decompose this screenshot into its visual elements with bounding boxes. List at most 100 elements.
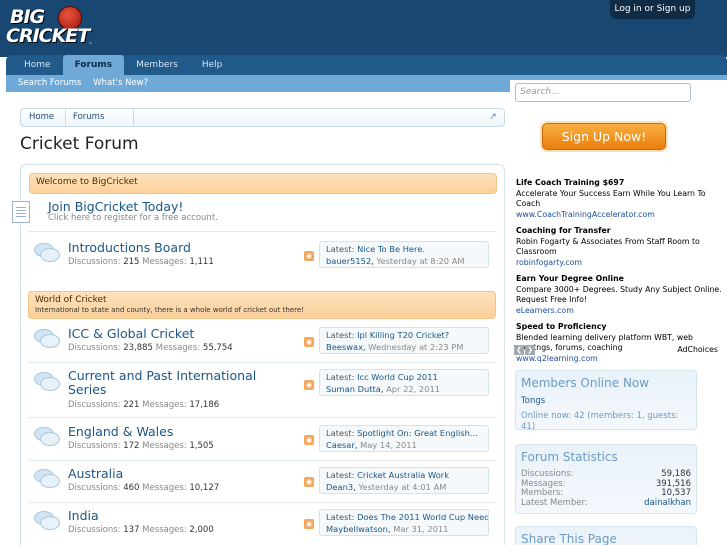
join-subtitle: Click here to register for a free accoun…	[48, 213, 218, 223]
category-header-world-of-cricket[interactable]: World of Cricket International to state …	[28, 291, 496, 319]
tab-members[interactable]: Members	[124, 55, 190, 75]
online-summary: Online now: 42 (members: 1, guests: 41)	[521, 411, 679, 432]
latest-post-title[interactable]: Does The 2011 World Cup Need	[357, 512, 488, 522]
rss-icon[interactable]: ◉	[304, 251, 314, 261]
latest-post-user[interactable]: Beeswax	[326, 342, 363, 352]
latest-post-title[interactable]: Cricket Australia Work	[357, 470, 449, 480]
forum-bubble-icon	[32, 239, 60, 265]
tab-help[interactable]: Help	[190, 55, 235, 75]
row-divider	[28, 502, 496, 503]
forum-bubble-icon	[32, 423, 60, 449]
latest-post-box: Latest: Spotlight On: Great English... C…	[319, 425, 489, 452]
latest-post-box: Latest: Cricket Australia Work Dean3, Ye…	[319, 467, 489, 494]
ad-item[interactable]: Coaching for Transfer Robin Fogarty & As…	[516, 226, 722, 268]
rss-icon[interactable]: ◉	[304, 337, 314, 347]
forum-bubble-icon	[32, 325, 60, 351]
adchoices-link[interactable]: AdChoices	[677, 345, 718, 354]
latest-post-title[interactable]: Nice To Be Here.	[357, 244, 425, 254]
latest-post-user[interactable]: Dean3	[326, 482, 353, 492]
latest-post-user[interactable]: Caesar	[326, 440, 355, 450]
breadcrumb-separator	[133, 109, 134, 126]
ad-item[interactable]: Earn Your Degree Online Compare 3000+ De…	[516, 274, 722, 316]
rss-icon[interactable]: ◉	[304, 435, 314, 445]
forum-statistics-block: Forum Statistics Discussions: 59,186 Mess…	[515, 444, 697, 514]
forum-node-title[interactable]: ICC & Global Cricket	[68, 327, 194, 341]
forum-node-stats: Discussions: 221 Messages: 17,186	[68, 400, 220, 410]
latest-member-link[interactable]: dainalkhan	[644, 498, 691, 509]
chevron-right-icon[interactable]: ❯	[525, 345, 535, 355]
subtab-whats-new[interactable]: What's New?	[87, 75, 154, 92]
ad-item[interactable]: Life Coach Training $697 Accelerate Your…	[516, 178, 722, 220]
breadcrumb-separator	[65, 109, 66, 126]
forum-node-stats: Discussions: 215 Messages: 1,111	[68, 257, 214, 267]
online-member-link[interactable]: Tongs	[521, 396, 691, 407]
category-description: International to state and county, there…	[35, 306, 304, 314]
latest-post-user[interactable]: bauer5152	[326, 256, 371, 266]
forum-node-england-wales[interactable]: England & Wales Discussions: 172 Message…	[28, 423, 496, 457]
jump-arrow-icon[interactable]: ↗	[488, 112, 498, 122]
register-document-icon	[12, 201, 30, 223]
category-title: World of Cricket	[35, 295, 107, 305]
site-header: BIG CRICKET ™ Log in or Sign up	[0, 0, 727, 57]
forum-node-title[interactable]: Australia	[68, 467, 123, 481]
rss-icon[interactable]: ◉	[304, 477, 314, 487]
forum-statistics-title: Forum Statistics	[521, 450, 618, 464]
subtab-search-forums[interactable]: Search Forums	[12, 75, 87, 92]
latest-post-box: Latest: Icc World Cup 2011 Suman Dutta, …	[319, 369, 489, 396]
ad-block: Life Coach Training $697 Accelerate Your…	[516, 178, 722, 370]
latest-post-box: Latest: Nice To Be Here. bauer5152, Yest…	[319, 241, 489, 268]
forum-node-title[interactable]: England & Wales	[68, 425, 173, 439]
row-divider	[28, 417, 496, 418]
tab-home[interactable]: Home	[12, 55, 63, 75]
share-title: Share This Page	[521, 532, 617, 545]
row-divider	[28, 362, 496, 363]
page-title: Cricket Forum	[20, 134, 139, 154]
forum-bubble-icon	[32, 368, 60, 394]
forum-node-title[interactable]: Introductions Board	[68, 241, 191, 255]
forum-node-stats: Discussions: 137 Messages: 2,000	[68, 525, 214, 535]
share-block: Share This Page	[515, 526, 697, 545]
search-input[interactable]: Search...	[515, 83, 691, 102]
forum-node-stats: Discussions: 23,885 Messages: 55,754	[68, 343, 233, 353]
join-link[interactable]: Join BigCricket Today!	[48, 199, 183, 214]
forum-bubble-icon	[32, 465, 60, 491]
forum-node-icc[interactable]: ICC & Global Cricket Discussions: 23,885…	[28, 325, 496, 359]
chevron-left-icon[interactable]: ❮	[514, 345, 524, 355]
forum-node-international-series[interactable]: Current and Past International Series Di…	[28, 368, 496, 412]
latest-post-title[interactable]: Icc World Cup 2011	[357, 372, 438, 382]
nav-tabs: Home Forums Members Help	[12, 55, 234, 75]
ad-item[interactable]: Speed to Proficiency Blended learning de…	[516, 322, 722, 364]
breadcrumb: Home Forums ↗	[20, 108, 505, 127]
stat-row: Latest Member: dainalkhan	[521, 497, 691, 509]
forum-node-australia[interactable]: Australia Discussions: 460 Messages: 10,…	[28, 465, 496, 499]
row-divider	[28, 231, 496, 232]
members-online-block: Members Online Now Tongs Online now: 42 …	[515, 370, 697, 432]
forum-bubble-icon	[32, 507, 60, 533]
category-title: Welcome to BigCricket	[36, 177, 138, 187]
ad-navigation: ❮ ❯ AdChoices	[514, 345, 720, 355]
latest-post-user[interactable]: Maybellwatson	[326, 524, 388, 534]
logo-trademark: ™	[88, 42, 93, 48]
forum-node-india[interactable]: India Discussions: 137 Messages: 2,000 ◉…	[28, 507, 496, 541]
logo-text-cricket: CRICKET	[6, 25, 90, 47]
breadcrumb-home[interactable]: Home	[29, 109, 54, 126]
breadcrumb-forums[interactable]: Forums	[73, 109, 104, 126]
row-divider	[28, 460, 496, 461]
forum-node-title[interactable]: India	[68, 509, 99, 523]
login-signup-link[interactable]: Log in or Sign up	[610, 0, 695, 19]
latest-post-box: Latest: Does The 2011 World Cup Need May…	[319, 509, 489, 536]
sign-up-button[interactable]: Sign Up Now!	[542, 123, 666, 150]
rss-icon[interactable]: ◉	[304, 380, 314, 390]
forum-node-stats: Discussions: 172 Messages: 1,505	[68, 441, 214, 451]
tab-forums[interactable]: Forums	[62, 55, 125, 75]
rss-icon[interactable]: ◉	[304, 519, 314, 529]
bigcricket-logo[interactable]: BIG CRICKET ™	[6, 6, 93, 50]
forum-node-introductions[interactable]: Introductions Board Discussions: 215 Mes…	[28, 239, 496, 273]
latest-post-user[interactable]: Suman Dutta	[326, 384, 381, 394]
latest-post-title[interactable]: Ipl Killing T20 Cricket?	[357, 330, 449, 340]
forum-node-title[interactable]: Current and Past International Series	[68, 369, 288, 397]
latest-post-title[interactable]: Spotlight On: Great English...	[357, 428, 478, 438]
category-header-welcome: Welcome to BigCricket	[29, 173, 497, 194]
sidebar: Search... Sign Up Now! Life Coach Traini…	[510, 80, 727, 545]
forum-node-stats: Discussions: 460 Messages: 10,127	[68, 483, 220, 493]
